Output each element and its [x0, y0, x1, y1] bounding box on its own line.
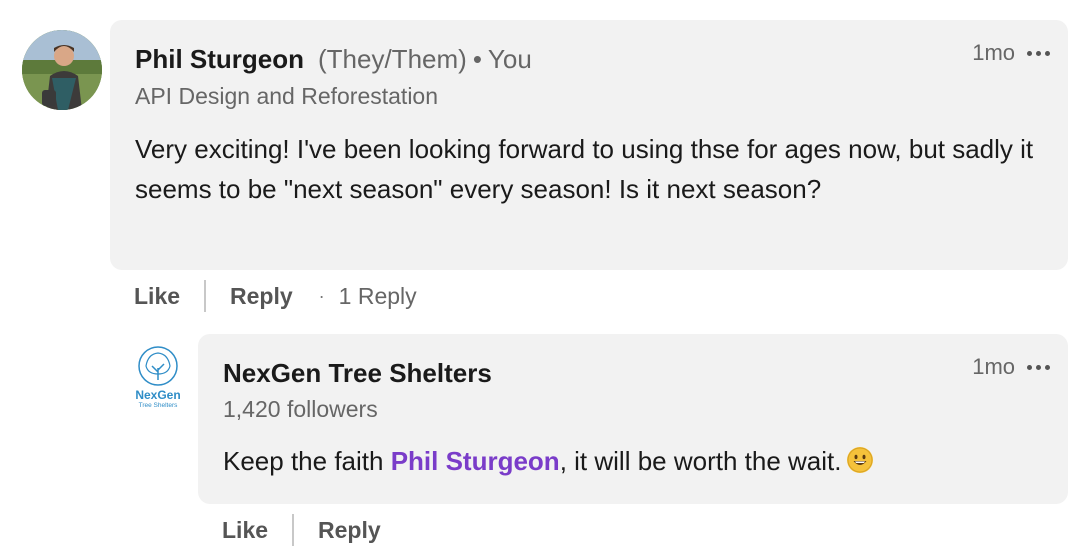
comment-meta: 1mo: [972, 40, 1050, 66]
avatar[interactable]: [22, 30, 102, 110]
more-options-icon[interactable]: [1027, 364, 1050, 370]
author-line: Phil Sturgeon (They/Them) • You: [135, 44, 532, 75]
reply-count-link[interactable]: 1 Reply: [339, 283, 417, 310]
action-divider: [292, 514, 295, 546]
tree-logo-icon: NexGen Tree Shelters: [135, 346, 181, 409]
comment-text: Very exciting! I've been looking forward…: [135, 134, 1034, 204]
reply-button[interactable]: Reply: [318, 517, 381, 544]
reply-actions: Like Reply: [222, 514, 381, 546]
author-pronouns: (They/Them): [318, 44, 467, 74]
reply-meta: 1mo: [972, 354, 1050, 380]
reply-text: Keep the faith Phil Sturgeon, it will be…: [223, 446, 874, 477]
follower-count: 1,420 followers: [223, 396, 378, 422]
reply-button[interactable]: Reply: [230, 283, 293, 310]
like-button[interactable]: Like: [134, 283, 180, 310]
reply-bubble: NexGen Tree Shelters 1,420 followers Kee…: [198, 334, 1068, 504]
separator-dot: •: [472, 44, 482, 74]
action-divider: [204, 280, 207, 312]
company-logo[interactable]: NexGen Tree Shelters: [128, 344, 188, 414]
grinning-face-icon: [847, 447, 874, 473]
like-button[interactable]: Like: [222, 517, 268, 544]
you-label: You: [487, 44, 532, 74]
reply-text-start: Keep the faith: [223, 446, 391, 476]
more-options-icon[interactable]: [1027, 50, 1050, 56]
author-headline: API Design and Reforestation: [135, 83, 439, 109]
logo-name: NexGen: [135, 388, 180, 402]
reply-text-end: , it will be worth the wait.: [559, 446, 842, 476]
mention-link[interactable]: Phil Sturgeon: [391, 446, 560, 476]
profile-photo: [22, 30, 102, 110]
comment-actions: Like Reply · 1 Reply: [134, 280, 417, 312]
timestamp: 1mo: [972, 40, 1015, 65]
logo-sub: Tree Shelters: [139, 402, 179, 409]
reply-author-name[interactable]: NexGen Tree Shelters: [223, 358, 492, 389]
timestamp: 1mo: [972, 354, 1015, 379]
comment-bubble: Phil Sturgeon (They/Them) • You API Design …: [110, 20, 1068, 270]
author-name[interactable]: Phil Sturgeon: [135, 44, 304, 74]
separator-dot: ·: [318, 285, 325, 306]
